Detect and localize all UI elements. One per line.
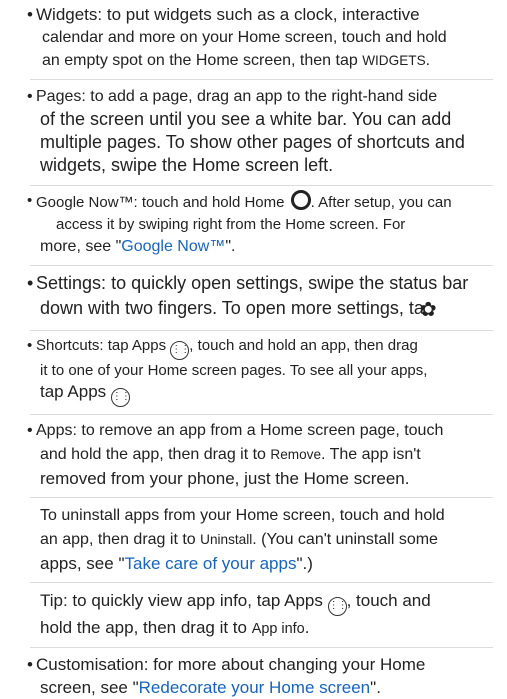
bullet: • (27, 337, 33, 354)
shortcuts-line-3: tap Apps ⋮⋮ (40, 381, 493, 407)
list-item-pages: • Pages: to add a page, drag an app to t… (0, 80, 507, 177)
bullet: • (27, 192, 33, 209)
tip-line-2: hold the app, then drag it to App info. (40, 618, 310, 637)
shortcuts-line-2: it to one of your Home screen pages. To … (40, 362, 428, 379)
list-item-customisation: • Customisation: for more about changing… (0, 648, 507, 699)
uninstall-line-1: To uninstall apps from your Home screen,… (40, 507, 445, 524)
home-screen-tips-list: • Widgets: to put widgets such as a cloc… (0, 0, 507, 699)
apps-line-2: and hold the app, then drag it to Remove… (40, 446, 421, 463)
bullet: • (27, 273, 34, 293)
shortcuts-line-1: Shortcuts: tap Apps ⋮⋮, touch and hold a… (36, 335, 493, 360)
apps-grid-icon: ⋮⋮ (110, 388, 131, 407)
uninstall-line-3: apps, see "Take care of your apps".) (40, 554, 313, 573)
bullet: • (27, 5, 33, 24)
tip-paragraph: Tip: to quickly view app info, tap Apps … (0, 583, 507, 641)
tip-line-1: Tip: to quickly view app info, tap Apps … (40, 589, 493, 616)
list-item-apps: • Apps: to remove an app from a Home scr… (0, 415, 507, 491)
apps-line-1: Apps: to remove an app from a Home scree… (36, 422, 444, 439)
google-now-line-1: Google Now™: touch and hold Home . After… (36, 190, 493, 214)
pages-line-2: of the screen until you see a white bar.… (40, 109, 452, 129)
redecorate-home-screen-link[interactable]: Redecorate your Home screen (139, 678, 371, 697)
list-item-settings: • Settings: to quickly open settings, sw… (0, 266, 507, 323)
uninstall-ui-term: Uninstall (200, 532, 253, 547)
google-now-line-3: more, see "Google Now™". (40, 238, 236, 255)
widgets-line-1: Widgets: to put widgets such as a clock,… (36, 5, 420, 24)
settings-line-2: down with two fingers. To open more sett… (40, 298, 437, 321)
widgets-line-2: calendar and more on your Home screen, t… (42, 29, 447, 46)
remove-ui-term: Remove (270, 447, 322, 462)
apps-grid-icon: ⋮⋮ (327, 597, 348, 616)
take-care-of-apps-link[interactable]: Take care of your apps (124, 554, 296, 573)
customisation-line-2: screen, see "Redecorate your Home screen… (40, 678, 381, 697)
bullet: • (27, 655, 33, 674)
settings-line-1: Settings: to quickly open settings, swip… (36, 273, 469, 293)
pages-line-4: widgets, swipe the Home screen left. (40, 155, 334, 175)
gear-icon: ✿ (419, 299, 437, 321)
google-now-line-2: access it by swiping right from the Home… (56, 216, 406, 233)
app-info-ui-term: App info (251, 621, 305, 637)
pages-line-1: Pages: to add a page, drag an app to the… (36, 88, 438, 105)
list-item-shortcuts: • Shortcuts: tap Apps ⋮⋮, touch and hold… (0, 331, 507, 407)
widgets-ui-term: WIDGETS (362, 53, 426, 68)
apps-line-3: removed from your phone, just the Home s… (40, 469, 410, 488)
google-now-link[interactable]: Google Now™ (121, 238, 225, 255)
customisation-line-1: Customisation: for more about changing y… (36, 655, 426, 674)
apps-grid-icon: ⋮⋮ (170, 341, 190, 360)
list-item-google-now: • Google Now™: touch and hold Home . Aft… (0, 186, 507, 258)
widgets-line-3: an empty spot on the Home screen, then t… (42, 52, 431, 69)
home-circle-icon (290, 190, 311, 210)
bullet: • (27, 422, 33, 439)
pages-line-3: multiple pages. To show other pages of s… (40, 132, 465, 152)
bullet: • (27, 88, 33, 105)
list-item-widgets: • Widgets: to put widgets such as a cloc… (0, 0, 507, 72)
uninstall-line-2: an app, then drag it to Uninstall. (You … (40, 531, 438, 548)
uninstall-paragraph: To uninstall apps from your Home screen,… (0, 498, 507, 576)
